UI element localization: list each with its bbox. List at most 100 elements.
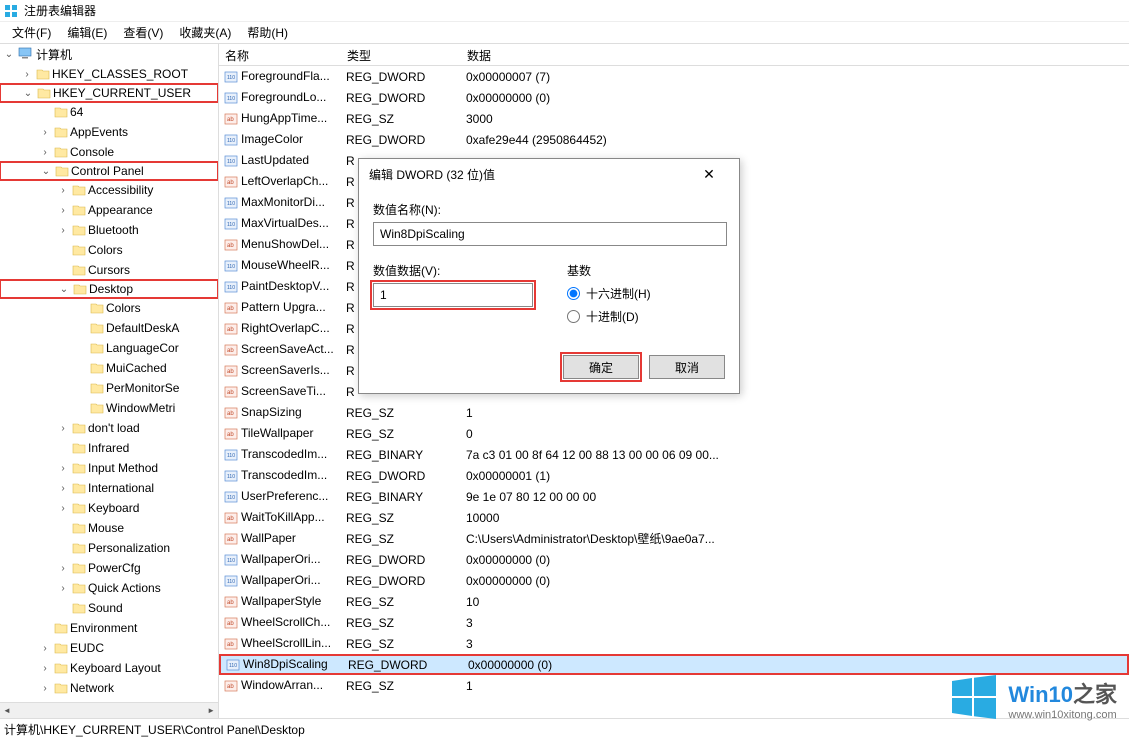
radio-hex[interactable]: 十六进制(H) (567, 285, 725, 302)
menu-file[interactable]: 文件(F) (4, 22, 59, 43)
col-header-type[interactable]: 类型 (341, 44, 461, 65)
tree-item[interactable]: DefaultDeskA (0, 318, 218, 338)
list-row[interactable]: TranscodedIm...REG_BINARY7a c3 01 00 8f … (219, 444, 1129, 465)
tree-item[interactable]: ›EUDC (0, 638, 218, 658)
tree-item[interactable]: ›don't load (0, 418, 218, 438)
list-row[interactable]: ForegroundLo...REG_DWORD0x00000000 (0) (219, 87, 1129, 108)
tree-toggle-icon[interactable]: › (56, 421, 70, 435)
tree-item[interactable]: Cursors (0, 260, 218, 280)
value-name-field[interactable] (373, 222, 727, 246)
tree-item[interactable]: MuiCached (0, 358, 218, 378)
tree-toggle-icon[interactable]: ⌄ (39, 164, 53, 178)
tree-item[interactable]: ›PowerCfg (0, 558, 218, 578)
tree-toggle-icon[interactable] (38, 621, 52, 635)
list-row[interactable]: WheelScrollLin...REG_SZ3 (219, 633, 1129, 654)
tree-item[interactable]: ⌄Control Panel (0, 161, 218, 181)
tree-toggle-icon[interactable]: › (38, 641, 52, 655)
menu-favorites[interactable]: 收藏夹(A) (171, 22, 239, 43)
tree-toggle-icon[interactable]: ⌄ (2, 47, 16, 61)
cancel-button[interactable]: 取消 (649, 355, 725, 379)
horizontal-scrollbar[interactable] (0, 702, 218, 718)
tree-item[interactable]: Infrared (0, 438, 218, 458)
tree-toggle-icon[interactable] (56, 541, 70, 555)
list-row[interactable]: WaitToKillApp...REG_SZ10000 (219, 507, 1129, 528)
tree-item[interactable]: ›Keyboard (0, 498, 218, 518)
list-row[interactable]: WallpaperStyleREG_SZ10 (219, 591, 1129, 612)
tree-toggle-icon[interactable]: › (38, 125, 52, 139)
tree-item[interactable]: Mouse (0, 518, 218, 538)
list-row[interactable]: HungAppTime...REG_SZ3000 (219, 108, 1129, 129)
close-icon[interactable]: ✕ (689, 160, 729, 188)
list-row[interactable]: ImageColorREG_DWORD0xafe29e44 (295086445… (219, 129, 1129, 150)
tree-toggle-icon[interactable]: › (56, 223, 70, 237)
tree-toggle-icon[interactable]: › (56, 581, 70, 595)
tree-toggle-icon[interactable] (56, 601, 70, 615)
tree-item[interactable]: ›Appearance (0, 200, 218, 220)
tree-toggle-icon[interactable]: › (38, 145, 52, 159)
dialog-title-bar[interactable]: 编辑 DWORD (32 位)值 ✕ (359, 159, 739, 189)
tree-item[interactable]: LanguageCor (0, 338, 218, 358)
tree-item[interactable]: PerMonitorSe (0, 378, 218, 398)
tree-toggle-icon[interactable] (74, 381, 88, 395)
ok-button[interactable]: 确定 (563, 355, 639, 379)
tree-toggle-icon[interactable] (74, 361, 88, 375)
tree-item[interactable]: Sound (0, 598, 218, 618)
list-row[interactable]: WheelScrollCh...REG_SZ3 (219, 612, 1129, 633)
tree-toggle-icon[interactable] (74, 341, 88, 355)
list-row[interactable]: UserPreferenc...REG_BINARY9e 1e 07 80 12… (219, 486, 1129, 507)
tree-item[interactable]: Environment (0, 618, 218, 638)
tree-toggle-icon[interactable]: › (56, 561, 70, 575)
tree-toggle-icon[interactable]: › (56, 461, 70, 475)
list-row[interactable]: TileWallpaperREG_SZ0 (219, 423, 1129, 444)
list-row[interactable]: SnapSizingREG_SZ1 (219, 402, 1129, 423)
tree-item[interactable]: ›Accessibility (0, 180, 218, 200)
col-header-name[interactable]: 名称 (219, 44, 341, 65)
tree-toggle-icon[interactable]: › (20, 67, 34, 81)
tree-toggle-icon[interactable]: › (56, 481, 70, 495)
list-row[interactable]: ForegroundFla...REG_DWORD0x00000007 (7) (219, 66, 1129, 87)
tree-item[interactable]: ›Quick Actions (0, 578, 218, 598)
menu-view[interactable]: 查看(V) (115, 22, 171, 43)
menu-help[interactable]: 帮助(H) (239, 22, 296, 43)
tree-item[interactable]: ›Bluetooth (0, 220, 218, 240)
tree-toggle-icon[interactable] (56, 243, 70, 257)
radio-dec[interactable]: 十进制(D) (567, 308, 725, 325)
list-row[interactable]: TranscodedIm...REG_DWORD0x00000001 (1) (219, 465, 1129, 486)
tree-toggle-icon[interactable] (56, 441, 70, 455)
tree-toggle-icon[interactable] (56, 521, 70, 535)
tree-toggle-icon[interactable]: › (56, 203, 70, 217)
list-row[interactable]: Win8DpiScalingREG_DWORD0x00000000 (0) (219, 654, 1129, 675)
tree-item[interactable]: ›Keyboard Layout (0, 658, 218, 678)
tree-toggle-icon[interactable] (38, 105, 52, 119)
list-row[interactable]: WallPaperREG_SZC:\Users\Administrator\De… (219, 528, 1129, 549)
tree-toggle-icon[interactable]: › (38, 681, 52, 695)
tree-item[interactable]: ⌄计算机 (0, 44, 218, 64)
menu-edit[interactable]: 编辑(E) (59, 22, 115, 43)
list-row[interactable]: WallpaperOri...REG_DWORD0x00000000 (0) (219, 549, 1129, 570)
tree-toggle-icon[interactable] (74, 401, 88, 415)
tree-item[interactable]: ⌄HKEY_CURRENT_USER (0, 83, 218, 103)
tree-toggle-icon[interactable]: › (56, 183, 70, 197)
tree-item[interactable]: ›Network (0, 678, 218, 698)
tree-item[interactable]: Colors (0, 240, 218, 260)
list-row[interactable]: WallpaperOri...REG_DWORD0x00000000 (0) (219, 570, 1129, 591)
tree-item[interactable]: Personalization (0, 538, 218, 558)
tree-toggle-icon[interactable]: ⌄ (57, 282, 71, 296)
tree-item[interactable]: WindowMetri (0, 398, 218, 418)
tree-item[interactable]: 64 (0, 102, 218, 122)
tree-item[interactable]: ›Console (0, 142, 218, 162)
tree-item[interactable]: ›HKEY_CLASSES_ROOT (0, 64, 218, 84)
tree-toggle-icon[interactable] (56, 263, 70, 277)
tree-item[interactable]: ›International (0, 478, 218, 498)
col-header-data[interactable]: 数据 (461, 44, 1129, 65)
tree-item[interactable]: ›AppEvents (0, 122, 218, 142)
tree-item[interactable]: Colors (0, 298, 218, 318)
tree-item[interactable]: ⌄Desktop (0, 279, 218, 299)
value-data-field[interactable] (373, 283, 533, 307)
tree-item[interactable]: ›Input Method (0, 458, 218, 478)
tree-toggle-icon[interactable]: ⌄ (21, 86, 35, 100)
tree-toggle-icon[interactable]: › (38, 661, 52, 675)
tree-toggle-icon[interactable] (74, 321, 88, 335)
tree-toggle-icon[interactable] (74, 301, 88, 315)
tree-toggle-icon[interactable]: › (56, 501, 70, 515)
